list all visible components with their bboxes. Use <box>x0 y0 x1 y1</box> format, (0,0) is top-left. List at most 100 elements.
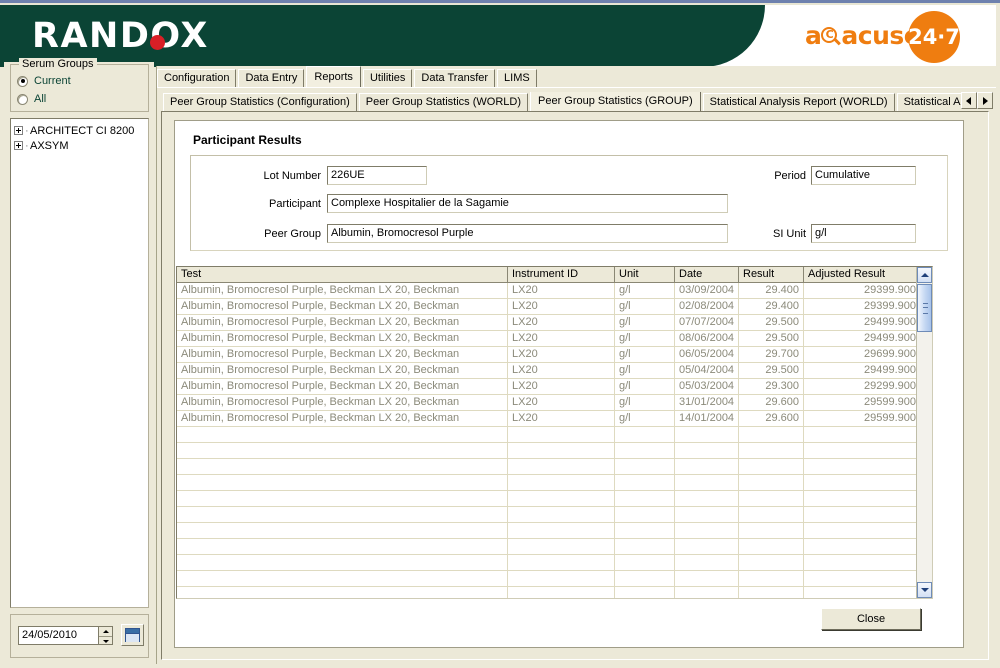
serum-groups-tree[interactable]: · ARCHITECT CI 8200 · AXSYM <box>10 118 149 608</box>
si-unit-input[interactable]: g/l <box>811 224 916 243</box>
tree-item-label: AXSYM <box>30 139 69 152</box>
cell-empty <box>739 571 804 586</box>
table-row-empty[interactable] <box>177 443 932 459</box>
peer-group-label: Peer Group <box>264 228 321 240</box>
table-row-empty[interactable] <box>177 507 932 523</box>
cell-unit: g/l <box>615 299 675 314</box>
scrollbar-down-button[interactable] <box>917 582 932 598</box>
table-row[interactable]: Albumin, Bromocresol Purple, Beckman LX … <box>177 299 932 315</box>
report-content-container: Participant Results Lot Number 226UE Par… <box>161 111 989 660</box>
cell-date: 08/06/2004 <box>675 331 739 346</box>
cell-adjusted-result: 29499.900 <box>804 363 921 378</box>
cell-result: 29.500 <box>739 363 804 378</box>
triangle-right-icon <box>983 97 988 105</box>
table-row[interactable]: Albumin, Bromocresol Purple, Beckman LX … <box>177 379 932 395</box>
tab-configuration[interactable]: Configuration <box>157 69 237 87</box>
cell-test: Albumin, Bromocresol Purple, Beckman LX … <box>177 315 508 330</box>
cell-date: 02/08/2004 <box>675 299 739 314</box>
results-table: Test Instrument ID Unit Date Result Adju… <box>176 266 933 599</box>
period-input[interactable]: Cumulative <box>811 166 916 185</box>
table-row-empty[interactable] <box>177 587 932 598</box>
table-row[interactable]: Albumin, Bromocresol Purple, Beckman LX … <box>177 363 932 379</box>
tab-data-transfer[interactable]: Data Transfer <box>414 69 496 87</box>
cell-empty <box>804 459 921 474</box>
table-row[interactable]: Albumin, Bromocresol Purple, Beckman LX … <box>177 331 932 347</box>
radio-all-icon[interactable] <box>17 93 28 105</box>
peer-group-input[interactable]: Albumin, Bromocresol Purple <box>327 224 728 243</box>
plus-expand-icon[interactable] <box>14 126 23 135</box>
radio-all[interactable]: All <box>17 93 46 105</box>
cell-empty <box>804 555 921 570</box>
cell-unit: g/l <box>615 379 675 394</box>
table-row-empty[interactable] <box>177 459 932 475</box>
close-button[interactable]: Close <box>821 608 921 630</box>
table-row[interactable]: Albumin, Bromocresol Purple, Beckman LX … <box>177 395 932 411</box>
table-row-empty[interactable] <box>177 555 932 571</box>
cell-empty <box>615 427 675 442</box>
column-header-result[interactable]: Result <box>739 267 804 282</box>
chevron-up-icon <box>921 273 929 277</box>
date-spinner-down[interactable] <box>99 637 112 646</box>
cell-empty <box>508 523 615 538</box>
cell-unit: g/l <box>615 331 675 346</box>
cell-result: 29.600 <box>739 395 804 410</box>
table-row-empty[interactable] <box>177 571 932 587</box>
table-row-empty[interactable] <box>177 427 932 443</box>
tab-statistical-analysis-report-world[interactable]: Statistical Analysis Report (WORLD) <box>702 93 895 111</box>
column-header-test[interactable]: Test <box>177 267 508 282</box>
cell-empty <box>508 539 615 554</box>
cell-empty <box>675 523 739 538</box>
primary-tab-strip <box>157 87 997 91</box>
tab-peer-group-statistics-configuration[interactable]: Peer Group Statistics (Configuration) <box>163 93 357 111</box>
table-row[interactable]: Albumin, Bromocresol Purple, Beckman LX … <box>177 411 932 427</box>
tab-scroll-right-button[interactable] <box>977 92 993 109</box>
cell-unit: g/l <box>615 347 675 362</box>
tab-scroll-left-button[interactable] <box>961 92 977 109</box>
lot-number-input[interactable]: 226UE <box>327 166 427 185</box>
table-row-empty[interactable] <box>177 523 932 539</box>
cell-unit: g/l <box>615 363 675 378</box>
radio-current-icon[interactable] <box>17 75 28 87</box>
cell-instrument-id: LX20 <box>508 411 615 426</box>
table-row-empty[interactable] <box>177 475 932 491</box>
column-header-date[interactable]: Date <box>675 267 739 282</box>
scrollbar-grip-icon <box>922 303 928 314</box>
cell-empty <box>675 539 739 554</box>
table-row[interactable]: Albumin, Bromocresol Purple, Beckman LX … <box>177 347 932 363</box>
date-input[interactable]: 24/05/2010 <box>18 626 98 645</box>
calendar-button[interactable] <box>121 624 144 646</box>
column-header-unit[interactable]: Unit <box>615 267 675 282</box>
tab-peer-group-statistics-group[interactable]: Peer Group Statistics (GROUP) <box>530 92 701 111</box>
table-row[interactable]: Albumin, Bromocresol Purple, Beckman LX … <box>177 315 932 331</box>
cell-empty <box>675 571 739 586</box>
plus-expand-icon[interactable] <box>14 141 23 150</box>
date-spinner-up[interactable] <box>99 627 112 637</box>
table-row-empty[interactable] <box>177 539 932 555</box>
cell-empty <box>615 555 675 570</box>
radio-all-label: All <box>34 93 47 105</box>
date-spinner[interactable] <box>98 626 113 645</box>
cell-empty <box>804 587 921 598</box>
tab-data-entry[interactable]: Data Entry <box>238 69 305 87</box>
tree-item-architect[interactable]: · ARCHITECT CI 8200 <box>14 123 148 138</box>
table-vertical-scrollbar[interactable] <box>916 267 932 598</box>
column-header-adjusted-result[interactable]: Adjusted Result <box>804 267 921 282</box>
scrollbar-thumb[interactable] <box>917 284 932 332</box>
column-header-instrument-id[interactable]: Instrument ID <box>508 267 615 282</box>
cell-test: Albumin, Bromocresol Purple, Beckman LX … <box>177 379 508 394</box>
radio-current[interactable]: Current <box>17 75 71 87</box>
tab-utilities[interactable]: Utilities <box>362 69 413 87</box>
tab-reports[interactable]: Reports <box>306 66 361 87</box>
tab-lims[interactable]: LIMS <box>497 69 537 87</box>
cell-test: Albumin, Bromocresol Purple, Beckman LX … <box>177 347 508 362</box>
cell-empty <box>739 523 804 538</box>
scrollbar-up-button[interactable] <box>917 267 932 283</box>
table-row-empty[interactable] <box>177 491 932 507</box>
cell-empty <box>508 475 615 490</box>
tab-peer-group-statistics-world[interactable]: Peer Group Statistics (WORLD) <box>358 93 529 111</box>
cell-empty <box>739 539 804 554</box>
secondary-tab-bar: Peer Group Statistics (Configuration) Pe… <box>163 92 975 111</box>
participant-input[interactable]: Complexe Hospitalier de la Sagamie <box>327 194 728 213</box>
table-row[interactable]: Albumin, Bromocresol Purple, Beckman LX … <box>177 283 932 299</box>
tree-item-axsym[interactable]: · AXSYM <box>14 138 148 153</box>
